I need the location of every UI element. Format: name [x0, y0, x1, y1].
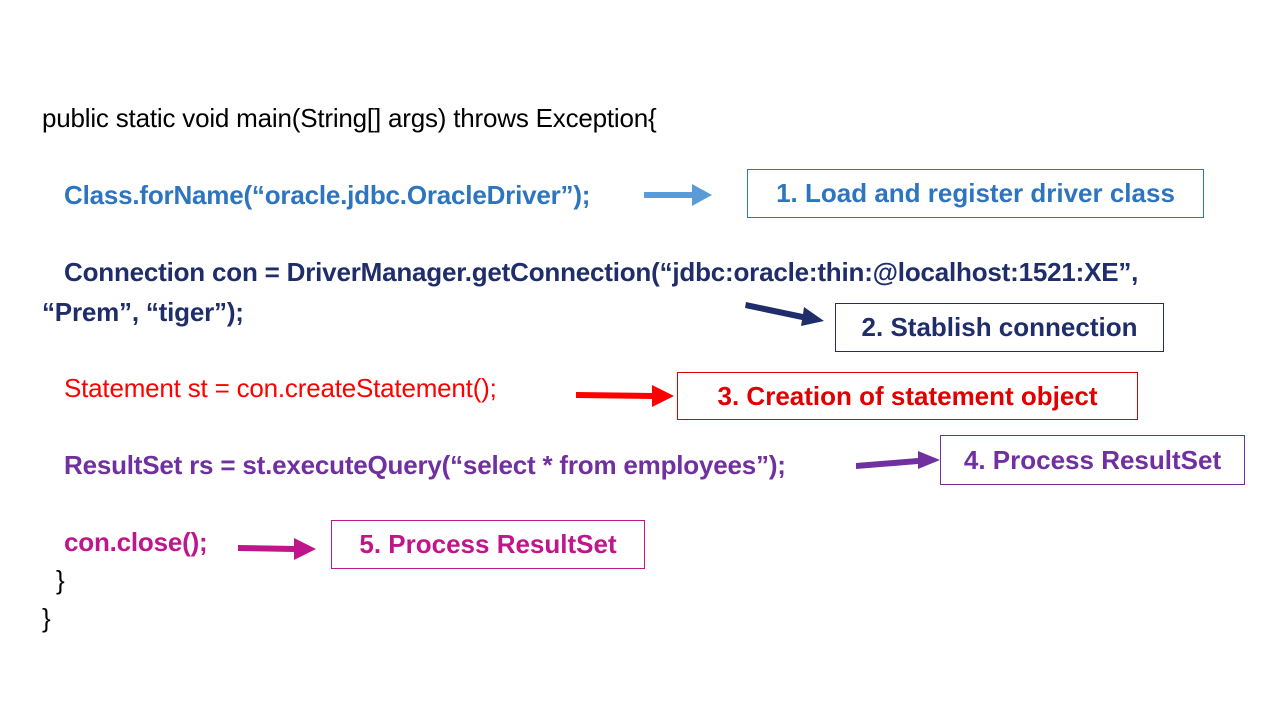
step-box-1: 1. Load and register driver class	[747, 169, 1204, 218]
code-line-statement: Statement st = con.createStatement();	[64, 373, 497, 403]
arrow-right-icon	[644, 184, 712, 206]
arrow-right-icon	[238, 538, 316, 560]
step-box-2: 2. Stablish connection	[835, 303, 1164, 352]
code-line-resultset: ResultSet rs = st.executeQuery(“select *…	[64, 450, 786, 480]
code-line-main: public static void main(String[] args) t…	[42, 103, 657, 133]
step-box-4: 4. Process ResultSet	[940, 435, 1245, 485]
step-label-4: 4. Process ResultSet	[963, 444, 1222, 475]
step-label-1: 1. Load and register driver class	[776, 178, 1175, 208]
code-line-close: con.close();	[64, 527, 208, 557]
step-label-3: 3. Creation of statement object	[717, 380, 1098, 411]
code-line-class-forname: Class.forName(“oracle.jdbc.OracleDriver”…	[64, 180, 591, 210]
code-line-connection-1: Connection con = DriverManager.getConnec…	[64, 257, 1139, 287]
jdbc-steps-slide: public static void main(String[] args) t…	[0, 0, 1280, 720]
arrow-right-icon	[745, 302, 824, 326]
code-close-brace-outer: }	[42, 603, 51, 633]
code-line-connection-2: “Prem”, “tiger”);	[42, 297, 244, 327]
step-label-2: 2. Stablish connection	[861, 312, 1138, 342]
arrow-right-icon	[576, 385, 674, 407]
step-box-5: 5. Process ResultSet	[331, 520, 645, 569]
arrow-right-icon	[856, 451, 940, 469]
step-box-3: 3. Creation of statement object	[677, 372, 1138, 420]
step-label-5: 5. Process ResultSet	[359, 529, 617, 559]
code-close-brace-inner: }	[56, 565, 65, 595]
